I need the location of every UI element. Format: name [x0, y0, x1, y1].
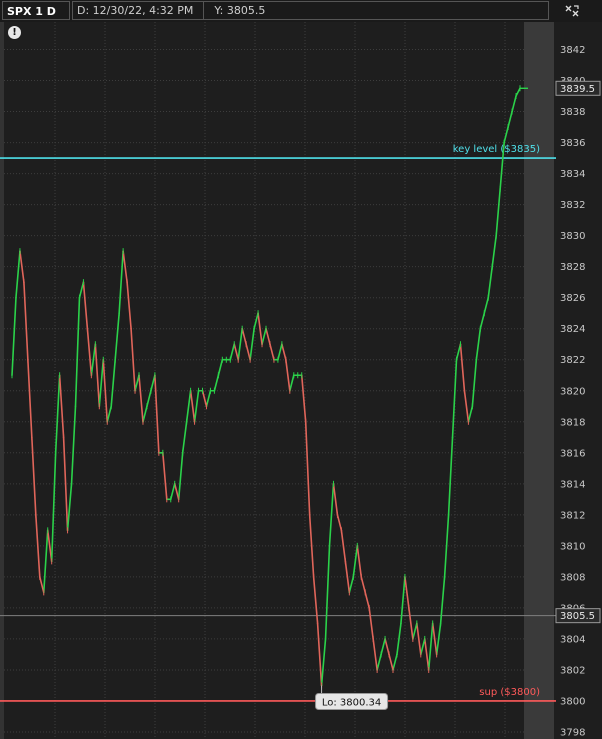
y-tick-label: 3826 [560, 293, 585, 304]
y-tick-label: 3808 [560, 572, 585, 583]
key-level-label: key level ($3835) [453, 144, 540, 155]
future-zone [524, 22, 554, 739]
y-tick-label: 3838 [560, 107, 585, 118]
y-tick-label: 3832 [560, 200, 585, 211]
y-tick-label: 3828 [560, 262, 585, 273]
y-tick-label: 3818 [560, 417, 585, 428]
date-readout: D: 12/30/22, 4:32 PM [77, 4, 194, 17]
y-tick-label: 3834 [560, 169, 585, 180]
y-tick-label: 3822 [560, 355, 585, 366]
y-tick-label: 3842 [560, 45, 585, 56]
chart-header: SPX 1 D 1m D: 12/30/22, 4:32 PM Y: 3805.5 [0, 0, 602, 37]
low-label-text: Lo: 3800.34 [322, 697, 381, 708]
y-tick-label: 3804 [560, 634, 585, 645]
cursor-price-badge-text: 3805.5 [560, 611, 595, 622]
y-tick-label: 3812 [560, 510, 585, 521]
symbol-selector[interactable]: SPX 1 D 1m [2, 1, 70, 37]
y-readout: Y: 3805.5 [214, 4, 266, 17]
last-price-badge-text: 3839.5 [560, 84, 595, 95]
cursor-info-bar: D: 12/30/22, 4:32 PM Y: 3805.5 [72, 1, 549, 20]
left-scroll-edge[interactable] [0, 22, 4, 739]
crosshair-tool-icon[interactable] [563, 3, 581, 19]
info-divider [203, 2, 205, 19]
y-tick-label: 3816 [560, 448, 585, 459]
y-tick-label: 3798 [560, 728, 585, 739]
y-tick-label: 3824 [560, 324, 585, 335]
y-tick-label: 3830 [560, 231, 585, 242]
y-tick-label: 3820 [560, 386, 585, 397]
y-tick-label: 3802 [560, 665, 585, 676]
y-tick-label: 3800 [560, 696, 585, 707]
plot-background [0, 22, 602, 739]
y-tick-label: 3814 [560, 479, 585, 490]
alert-icon[interactable]: ! [8, 26, 21, 39]
support-label: sup ($3800) [479, 687, 540, 698]
price-chart[interactable]: 3798380038023804380638083810381238143816… [0, 22, 602, 739]
y-tick-label: 3810 [560, 541, 585, 552]
y-axis: 3798380038023804380638083810381238143816… [560, 45, 585, 738]
y-tick-label: 3836 [560, 138, 585, 149]
